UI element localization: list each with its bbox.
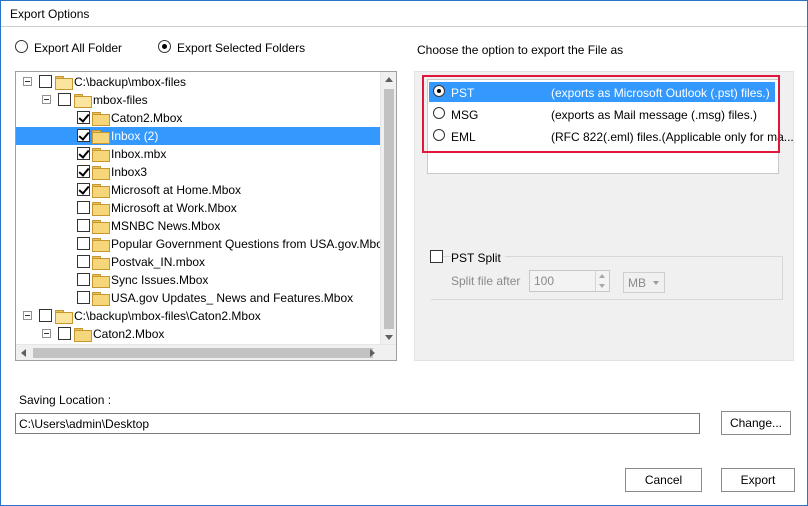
collapse-icon[interactable] — [42, 95, 51, 104]
tree-row-label: Microsoft at Work.Mbox — [111, 201, 237, 215]
scroll-up-icon[interactable] — [385, 77, 393, 82]
tree-horizontal-scrollbar[interactable] — [16, 344, 396, 360]
tree-row-label: USA.gov Updates_ News and Features.Mbox — [111, 291, 354, 305]
tree-checkbox[interactable] — [77, 183, 90, 196]
folder-icon — [92, 148, 110, 162]
collapse-icon[interactable] — [42, 329, 51, 338]
export-all-radio[interactable] — [15, 40, 28, 53]
export-selected-label: Export Selected Folders — [177, 41, 306, 55]
tree-checkbox[interactable] — [77, 165, 90, 178]
chevron-down-icon — [653, 281, 659, 285]
folder-icon — [92, 238, 110, 252]
tree-checkbox[interactable] — [77, 237, 90, 250]
tree-row[interactable]: Popular Government Questions from USA.go… — [16, 235, 383, 253]
tree-row[interactable]: USA.gov Updates_ News and Features.Mbox — [16, 289, 382, 307]
split-unit-value: MB — [628, 276, 646, 290]
tree-checkbox[interactable] — [77, 255, 90, 268]
tree-checkbox[interactable] — [77, 111, 90, 124]
split-size-value: 100 — [534, 274, 555, 288]
folder-icon — [92, 166, 110, 180]
tree-row[interactable]: Microsoft at Home.Mbox — [16, 181, 382, 199]
saving-location-value: C:\Users\admin\Desktop — [19, 417, 150, 431]
tree-row[interactable]: Microsoft at Work.Mbox — [16, 199, 382, 217]
tree-row[interactable]: Inbox3 — [16, 163, 382, 181]
export-all-label: Export All Folder — [34, 41, 123, 55]
tree-checkbox[interactable] — [77, 147, 90, 160]
folder-icon — [92, 274, 110, 288]
export-format-heading: Choose the option to export the File as — [417, 43, 624, 57]
folder-icon — [92, 292, 110, 306]
tree-row[interactable]: Caton2.Mbox — [16, 109, 382, 127]
tree-checkbox[interactable] — [77, 291, 90, 304]
collapse-icon[interactable] — [23, 77, 32, 86]
folder-icon — [92, 220, 110, 234]
change-button[interactable]: Change... — [721, 411, 791, 435]
scroll-left-icon[interactable] — [21, 349, 26, 357]
tree-row-label: Postvak_IN.mbox — [111, 255, 206, 269]
tree-row-label: C:\backup\mbox-files — [74, 75, 187, 89]
tree-row[interactable]: Inbox.mbx — [16, 145, 382, 163]
folder-tree[interactable]: C:\backup\mbox-files mbox-files Caton2.M… — [15, 71, 397, 361]
stepper-up-icon[interactable] — [599, 274, 605, 278]
pst-split-label: PST Split — [451, 251, 505, 265]
tree-checkbox[interactable] — [58, 327, 71, 340]
stepper-buttons[interactable] — [595, 271, 609, 291]
tree-row-label: Microsoft at Home.Mbox — [111, 183, 242, 197]
export-button[interactable]: Export — [721, 468, 795, 492]
folder-icon — [92, 184, 110, 198]
split-size-stepper[interactable]: 100 — [529, 270, 610, 292]
folder-icon — [92, 256, 110, 270]
tree-checkbox[interactable] — [77, 201, 90, 214]
tree-row[interactable]: mbox-files — [16, 91, 382, 109]
highlight-box — [422, 75, 780, 153]
tree-row-label: Caton2.Mbox — [93, 327, 165, 341]
tree-row-label: Inbox (2) — [111, 129, 159, 143]
export-options-window: Export Options Export All Folder Export … — [0, 0, 808, 506]
tree-row-label: Inbox.mbx — [111, 147, 167, 161]
folder-icon — [92, 112, 110, 126]
title-bar: Export Options — [1, 1, 807, 27]
cancel-button[interactable]: Cancel — [625, 468, 702, 492]
tree-row-label: C:\backup\mbox-files\Caton2.Mbox — [74, 309, 261, 323]
scroll-thumb[interactable] — [384, 89, 394, 329]
tree-row[interactable]: C:\backup\mbox-files — [16, 73, 382, 91]
tree-checkbox[interactable] — [39, 75, 52, 88]
folder-open-icon — [55, 310, 73, 324]
tree-row[interactable]: MSNBC News.Mbox — [16, 217, 382, 235]
tree-row-selected[interactable]: Inbox (2) — [16, 127, 382, 145]
folder-icon — [74, 328, 92, 342]
folder-open-icon — [55, 76, 73, 90]
tree-vertical-scrollbar[interactable] — [380, 72, 396, 345]
saving-location-label: Saving Location : — [19, 393, 112, 407]
tree-row[interactable]: Caton2.Mbox — [16, 325, 382, 343]
tree-row-label: Sync Issues.Mbox — [111, 273, 209, 287]
scroll-thumb[interactable] — [33, 348, 373, 358]
tree-checkbox[interactable] — [77, 129, 90, 142]
export-selected-radio[interactable] — [158, 40, 171, 53]
folder-icon — [92, 202, 110, 216]
saving-location-input[interactable]: C:\Users\admin\Desktop — [15, 413, 700, 434]
tree-row-label: Inbox3 — [111, 165, 148, 179]
folder-open-icon — [74, 94, 92, 108]
collapse-icon[interactable] — [23, 311, 32, 320]
tree-row-label: MSNBC News.Mbox — [111, 219, 221, 233]
window-title: Export Options — [10, 7, 90, 21]
stepper-down-icon[interactable] — [599, 284, 605, 288]
tree-row-label: Caton2.Mbox — [111, 111, 183, 125]
split-after-label: Split file after — [451, 274, 521, 288]
scroll-right-icon[interactable] — [370, 349, 375, 357]
folder-icon — [92, 130, 110, 144]
tree-checkbox[interactable] — [77, 219, 90, 232]
tree-row[interactable]: Postvak_IN.mbox — [16, 253, 382, 271]
tree-row-label: Popular Government Questions from USA.go… — [111, 237, 383, 251]
scroll-down-icon[interactable] — [385, 335, 393, 340]
split-unit-select[interactable]: MB — [623, 272, 665, 293]
tree-checkbox[interactable] — [39, 309, 52, 322]
pst-split-checkbox[interactable] — [430, 250, 443, 263]
tree-row[interactable]: C:\backup\mbox-files\Caton2.Mbox — [16, 307, 382, 325]
tree-row-label: mbox-files — [93, 93, 148, 107]
tree-row[interactable]: Sync Issues.Mbox — [16, 271, 382, 289]
tree-checkbox[interactable] — [77, 273, 90, 286]
tree-checkbox[interactable] — [58, 93, 71, 106]
